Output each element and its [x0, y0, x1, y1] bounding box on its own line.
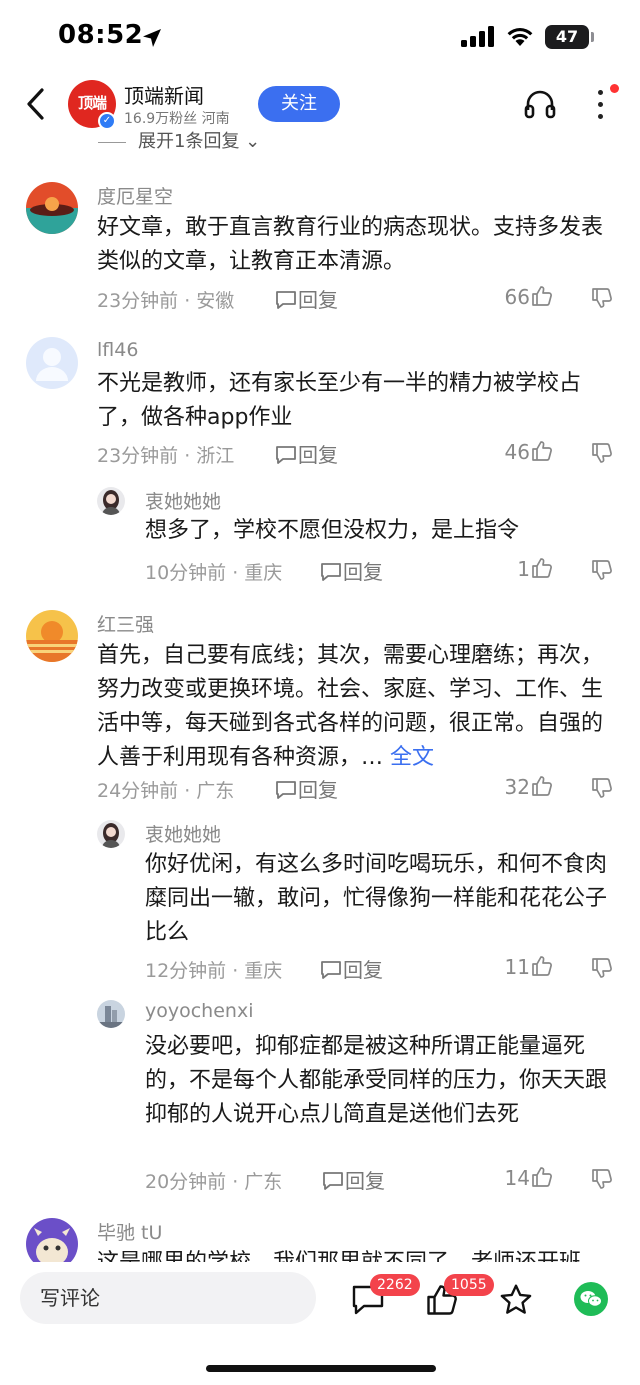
- comment-meta: 12分钟前 · 重庆: [145, 960, 283, 982]
- comment-username[interactable]: 毕驰 tU: [97, 1218, 162, 1245]
- like-button[interactable]: 46: [470, 439, 554, 464]
- status-time: 08:52: [58, 20, 144, 50]
- reply-bubble-icon: [323, 1172, 343, 1190]
- comment-meta: 10分钟前 · 重庆: [145, 562, 283, 584]
- like-count: 66: [504, 285, 530, 309]
- thumbs-down-icon[interactable]: [590, 1167, 614, 1191]
- comment-username[interactable]: 衷她她她: [145, 820, 221, 847]
- thumbs-up-icon: [532, 286, 552, 306]
- thumbs-down-icon[interactable]: [590, 558, 614, 582]
- account-meta: 16.9万粉丝 河南: [124, 111, 230, 127]
- favorite-star-icon[interactable]: [498, 1282, 534, 1318]
- user-avatar[interactable]: [97, 487, 125, 515]
- reply-button[interactable]: 回复: [274, 284, 338, 313]
- thumbs-down-icon[interactable]: [590, 956, 614, 980]
- like-button[interactable]: 66: [470, 284, 554, 309]
- follow-button[interactable]: 关注: [258, 86, 340, 122]
- bottom-action-bar: 写评论 2262 1055: [0, 1262, 640, 1385]
- comment-text: 没必要吧，抑郁症都是被这种所谓正能量逼死的，不是每个人都能承受同样的压力，你天天…: [145, 1034, 608, 1127]
- comment-meta: 23分钟前 · 安徽: [97, 290, 235, 312]
- comment-username[interactable]: 度厄星空: [97, 182, 173, 209]
- user-avatar[interactable]: [97, 820, 125, 848]
- comment-text: 不光是教师，还有家长至少有一半的精力被学校占了，做各种app作业: [97, 371, 582, 430]
- fulltext-link[interactable]: 全文: [390, 745, 434, 770]
- notification-dot: [610, 84, 619, 93]
- like-count: 1: [517, 557, 530, 581]
- status-bar: 08:52 47: [0, 0, 640, 76]
- reply-button[interactable]: 回复: [319, 954, 383, 983]
- user-avatar[interactable]: [26, 337, 78, 389]
- comment-text: 好文章，敢于直言教育行业的病态现状。支持多发表类似的文章，让教育正本清源。: [97, 215, 604, 274]
- thumbs-up-icon: [532, 441, 552, 461]
- comment-text: 你好优闲，有这么多时间吃喝玩乐，和何不食肉糜同出一辙，敢问，忙得像狗一样能和花花…: [145, 852, 608, 945]
- thumbs-up-icon: [532, 956, 552, 976]
- user-avatar[interactable]: [26, 182, 78, 234]
- thumbs-up-icon: [532, 558, 552, 578]
- back-icon[interactable]: [20, 84, 54, 124]
- home-indicator: [206, 1365, 436, 1372]
- thumbs-down-icon[interactable]: [590, 286, 614, 310]
- user-avatar[interactable]: [26, 610, 78, 662]
- more-options-icon[interactable]: [592, 84, 608, 124]
- comment-username[interactable]: 红三强: [97, 610, 154, 637]
- like-count: 46: [504, 440, 530, 464]
- comment-username[interactable]: lfl46: [97, 339, 138, 361]
- brand-logo-text: 顶端: [77, 94, 107, 112]
- thumbs-up-icon: [532, 776, 552, 796]
- like-count-badge: 1055: [444, 1274, 494, 1296]
- reply-button[interactable]: 回复: [274, 439, 338, 468]
- like-button[interactable]: 1: [470, 556, 554, 581]
- thumbs-up-icon: [532, 1167, 552, 1187]
- expand-replies-row[interactable]: 展开1条回复 ⌄: [98, 127, 260, 149]
- like-count: 14: [504, 1166, 530, 1190]
- like-button[interactable]: 32: [470, 774, 554, 799]
- thumbs-down-icon[interactable]: [590, 776, 614, 800]
- comment-count-badge: 2262: [370, 1274, 420, 1296]
- article-header: 顶端 ✓ 顶端新闻 16.9万粉丝 河南 关注: [0, 76, 640, 134]
- like-button[interactable]: 14: [470, 1165, 554, 1190]
- reply-bubble-icon: [276, 446, 296, 464]
- comment-meta: 23分钟前 · 浙江: [97, 445, 235, 467]
- comment-text: 想多了，学校不愿但没权力，是上指令: [145, 518, 520, 543]
- comment-username[interactable]: yoyochenxi: [145, 1000, 253, 1022]
- thumbs-down-icon[interactable]: [590, 441, 614, 465]
- account-name[interactable]: 顶端新闻: [124, 80, 204, 109]
- comment-meta: 24分钟前 · 广东: [97, 780, 235, 802]
- comment-text: 首先，自己要有底线；其次，需要心理磨练；再次，努力改变或更换环境。社会、家庭、学…: [97, 643, 604, 770]
- reply-bubble-icon: [321, 961, 341, 979]
- location-arrow-icon: [143, 29, 161, 47]
- reply-button[interactable]: 回复: [319, 556, 383, 585]
- reply-button[interactable]: 回复: [321, 1165, 385, 1194]
- reply-button[interactable]: 回复: [274, 774, 338, 803]
- user-avatar[interactable]: [97, 1000, 125, 1028]
- battery-tip: [591, 32, 594, 42]
- like-count: 32: [504, 775, 530, 799]
- reply-bubble-icon: [276, 781, 296, 799]
- wechat-share-icon[interactable]: [574, 1282, 608, 1316]
- cellular-signal-icon: [461, 26, 494, 47]
- reply-bubble-icon: [321, 563, 341, 581]
- battery-indicator: 47: [545, 25, 589, 49]
- write-comment-input[interactable]: 写评论: [20, 1272, 316, 1324]
- like-count: 11: [504, 955, 530, 979]
- wifi-icon: [507, 28, 533, 46]
- headphone-icon[interactable]: [522, 86, 558, 122]
- comment-username[interactable]: 衷她她她: [145, 487, 221, 514]
- like-button[interactable]: 11: [470, 954, 554, 979]
- reply-bubble-icon: [276, 291, 296, 309]
- comment-meta: 20分钟前 · 广东: [145, 1171, 283, 1193]
